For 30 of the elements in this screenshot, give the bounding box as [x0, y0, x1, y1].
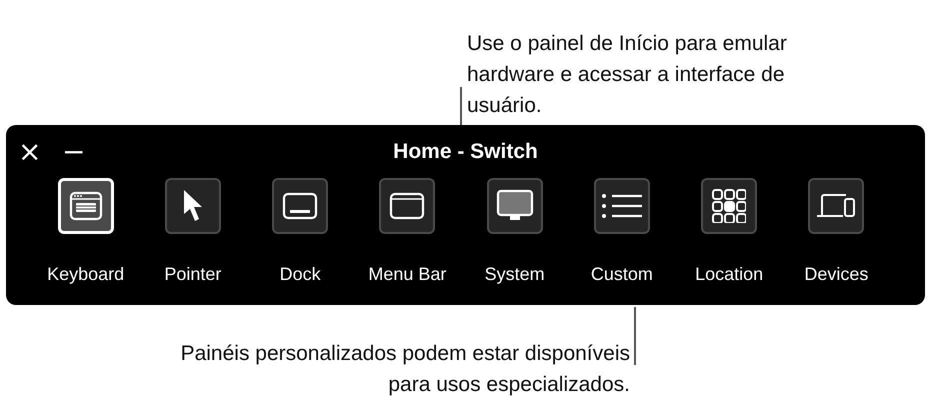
button-label: Devices: [804, 264, 868, 285]
leader-line: [460, 87, 462, 125]
button-label: Pointer: [164, 264, 222, 285]
close-button[interactable]: ×: [18, 137, 62, 167]
callout-text: Use o painel de Início para emular hardware e acessar a interface de usuário.: [467, 31, 787, 119]
list-icon: [600, 191, 644, 221]
button-label: Keyboard: [47, 264, 124, 285]
grid-icon: [712, 189, 746, 223]
button-label: System: [484, 264, 545, 285]
button-label: Custom: [590, 264, 653, 285]
monitor-icon: [496, 189, 534, 223]
callout-text: Painéis personalizados podem estar disponíveis para usos especializados.: [180, 341, 630, 398]
leader-line: [634, 307, 636, 365]
dock-button[interactable]: [272, 178, 328, 234]
devices-button[interactable]: [808, 178, 864, 234]
pointer-button[interactable]: [164, 178, 221, 234]
window-title: Home - Switch: [393, 140, 538, 164]
minimize-button[interactable]: −: [62, 137, 106, 167]
system-button[interactable]: [486, 178, 543, 234]
window-icon: [389, 191, 426, 221]
location-button[interactable]: [701, 178, 758, 234]
button-label: Location: [695, 264, 764, 285]
custom-button[interactable]: [594, 178, 650, 234]
pointer-icon: [182, 189, 204, 223]
button-label: Menu Bar: [368, 264, 446, 285]
keyboard-icon: [68, 191, 103, 221]
button-label: Dock: [280, 264, 321, 285]
menubar-button[interactable]: [379, 178, 436, 234]
dock-icon: [282, 191, 318, 221]
keyboard-button[interactable]: [58, 178, 114, 234]
